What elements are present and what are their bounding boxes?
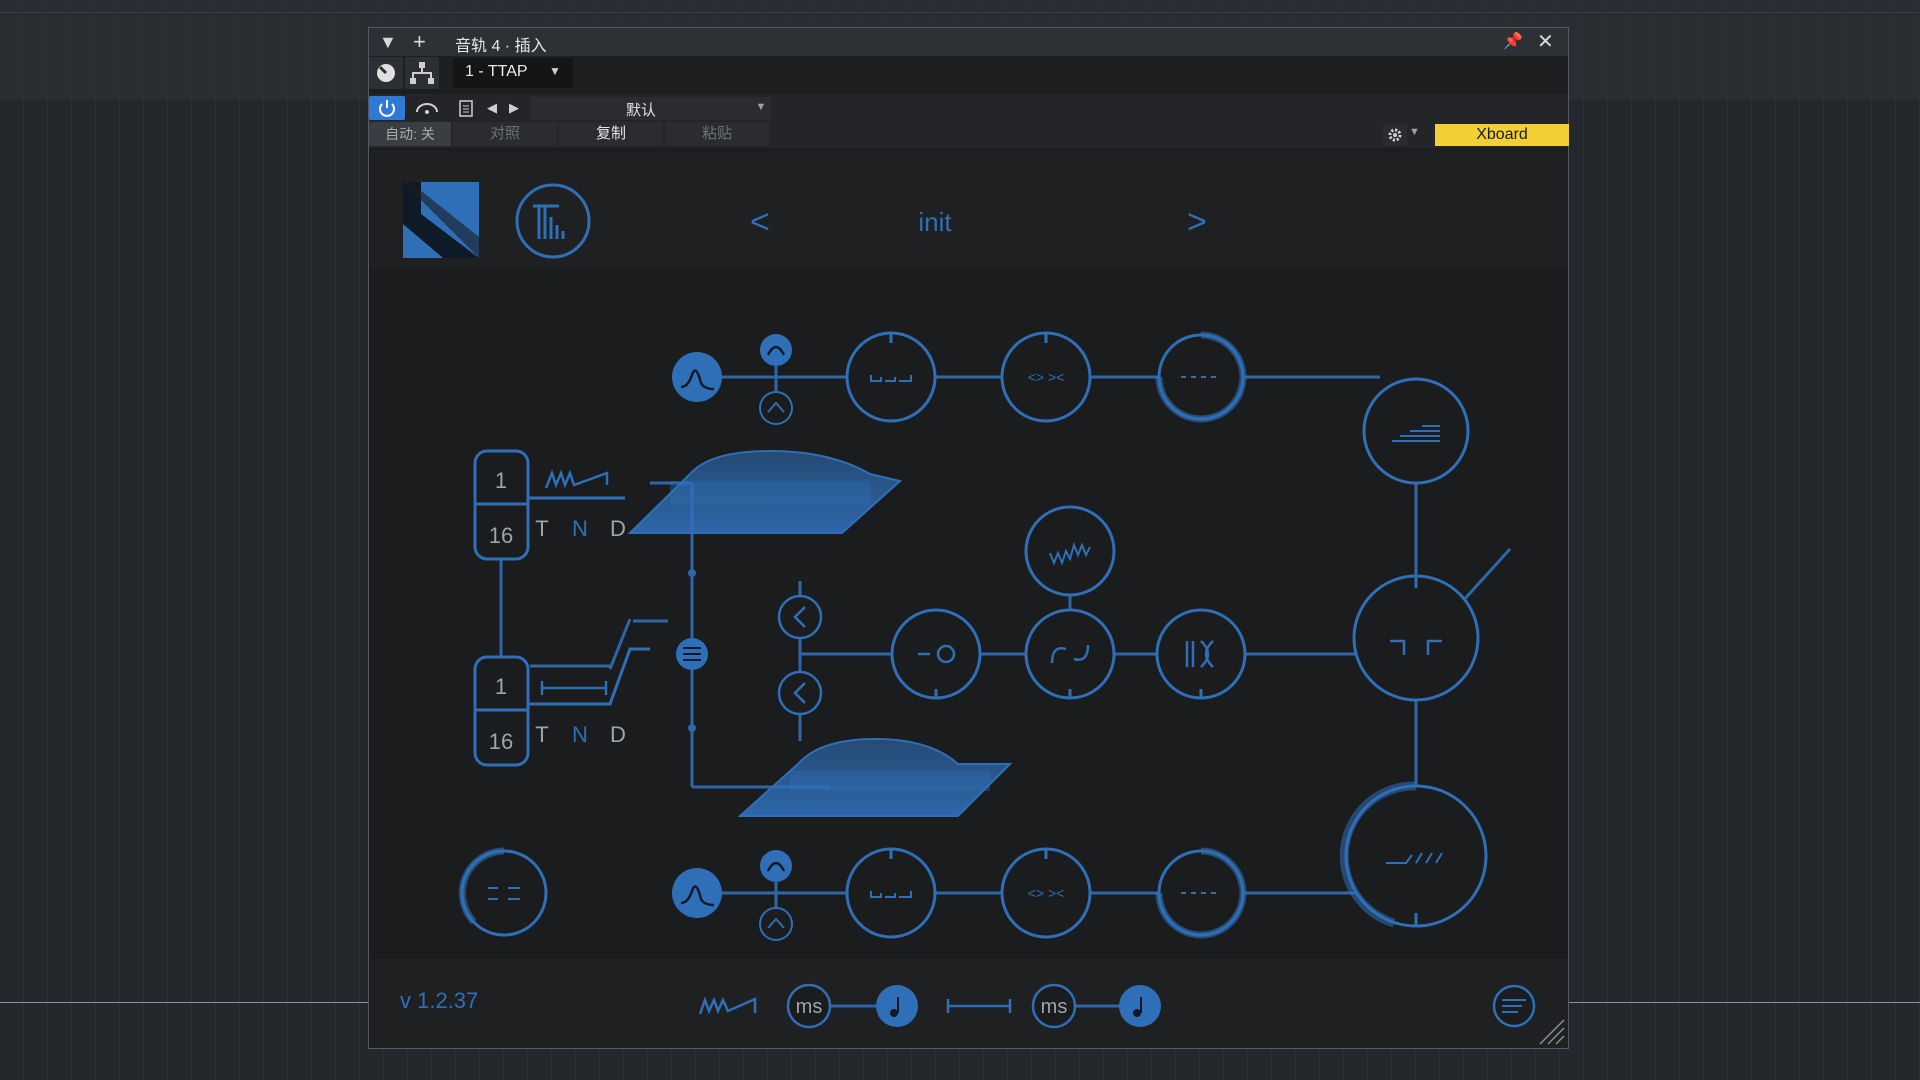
next-preset-button[interactable]: > [1187, 203, 1207, 241]
automation-toggle[interactable]: 自动: 关 [369, 122, 451, 146]
routing-button[interactable] [405, 57, 439, 89]
level-knob-bottom[interactable] [1155, 847, 1247, 939]
tap2-note-toggle[interactable] [1119, 985, 1161, 1027]
pan-left-button-top[interactable] [777, 594, 823, 640]
time-span-icon [540, 681, 608, 695]
compare-button[interactable]: 对照 [453, 122, 557, 146]
document-icon [459, 100, 473, 117]
settings-button[interactable] [1383, 124, 1407, 146]
diffusion-shape-bottom[interactable] [737, 737, 1013, 817]
plugin-knob-button[interactable] [369, 57, 403, 89]
diffusion-shape-top[interactable] [627, 449, 903, 534]
version-label: v 1.2.37 [400, 988, 478, 1013]
filter-knob-top[interactable] [845, 331, 937, 423]
plugin-ui: < init > <> >< <> >< 1 16 T N D 1 16 T N… [370, 151, 1568, 1048]
tap2-triplet[interactable]: T [535, 722, 548, 747]
collapse-arrow-icon[interactable]: ▼ [379, 30, 397, 54]
envelope-node-bottom[interactable] [672, 868, 722, 918]
title-bar: ▼ + 音轨 4 · 插入 📌 ✕ [369, 28, 1568, 57]
knob-icon [377, 64, 395, 82]
power-icon [379, 100, 395, 117]
bypass-button[interactable] [407, 96, 447, 120]
tap1-dotted[interactable]: D [610, 516, 626, 541]
power-button[interactable] [369, 96, 405, 120]
mix-knob[interactable] [1339, 781, 1488, 928]
preset-name-dropdown[interactable]: 默认 ▼ [531, 97, 771, 120]
ducking-knob[interactable] [1352, 574, 1480, 702]
tap2-ms-label: ms [1041, 996, 1068, 1018]
ttap-logo-icon [515, 183, 591, 259]
pan-left-button-bottom[interactable] [777, 670, 823, 716]
meter-knob[interactable] [1362, 377, 1470, 485]
time-span-icon [946, 999, 1012, 1013]
chevron-down-icon: ▼ [755, 101, 767, 113]
close-icon[interactable]: ✕ [1537, 30, 1554, 54]
tap2-normal[interactable]: N [572, 722, 588, 747]
svg-text:<> ><: <> >< [1028, 369, 1065, 385]
tap2-dotted[interactable]: D [610, 722, 626, 747]
filter-knob-bottom[interactable] [845, 847, 937, 939]
prev-preset-button[interactable]: < [750, 203, 770, 241]
junction-dot [688, 569, 696, 577]
menu-button[interactable] [1492, 984, 1536, 1028]
plugin-window: ▼ + 音轨 4 · 插入 📌 ✕ 1 - TTAP ▼ 自动: 关 ◀ ▶ 默… [368, 27, 1569, 1049]
preset-next-arrow-icon[interactable]: ▶ [509, 100, 519, 116]
attack-mini-knob-bottom[interactable] [760, 850, 792, 882]
width-knob[interactable] [1155, 608, 1247, 700]
modulation-knob[interactable] [1024, 505, 1116, 597]
pin-icon[interactable]: 📌 [1503, 30, 1523, 54]
preset-name-label: 默认 [625, 102, 656, 119]
bypass-icon [416, 103, 438, 114]
release-mini-knob-top[interactable] [759, 391, 793, 425]
preset-slot-selector[interactable]: 1 - TTAP ▼ [453, 58, 573, 88]
chevron-down-icon: ▼ [549, 64, 561, 78]
tap2-numerator[interactable]: 1 [495, 674, 507, 699]
attack-mini-knob-top[interactable] [760, 334, 792, 366]
tap1-triplet[interactable]: T [535, 516, 548, 541]
drive-knob[interactable] [1024, 608, 1116, 700]
preset-name: init [918, 207, 952, 237]
copy-button[interactable]: 复制 [559, 122, 663, 146]
window-title: 音轨 4 · 插入 [455, 38, 547, 55]
brand-logo-icon [403, 182, 479, 258]
sawtooth-wave-icon [544, 469, 609, 489]
plugin-canvas: < init > <> >< <> >< 1 16 T N D 1 16 T N… [400, 182, 1565, 1045]
routing-icon [410, 62, 434, 84]
envelope-node-top[interactable] [672, 352, 722, 402]
stereo-knob-bottom[interactable]: <> >< [1000, 847, 1092, 939]
junction-dot [688, 724, 696, 732]
release-mini-knob-bottom[interactable] [759, 907, 793, 941]
tap1-numerator[interactable]: 1 [495, 468, 507, 493]
ducking-amount-knob[interactable] [458, 847, 548, 937]
level-knob-top[interactable] [1155, 331, 1247, 423]
tap2-denominator[interactable]: 16 [489, 729, 513, 754]
tap1-denominator[interactable]: 16 [489, 523, 513, 548]
preset-prev-arrow-icon[interactable]: ◀ [487, 100, 497, 116]
svg-text:<> ><: <> >< [1028, 885, 1065, 901]
keyboard-button[interactable]: Xboard [1435, 124, 1569, 146]
preset-slot-label: 1 - TTAP [465, 63, 528, 80]
tap2-divider [528, 647, 650, 706]
document-button[interactable] [455, 97, 477, 120]
resize-grip-icon[interactable] [1539, 1019, 1565, 1045]
tap1-ms-label: ms [796, 996, 823, 1018]
gear-icon [1388, 128, 1402, 142]
mixer-node[interactable] [676, 638, 708, 670]
chevron-down-icon[interactable]: ▼ [1409, 126, 1420, 138]
sawtooth-wave-icon [698, 996, 757, 1015]
tap1-normal[interactable]: N [572, 516, 588, 541]
feedback-knob[interactable] [890, 608, 982, 700]
add-plus-icon[interactable]: + [413, 30, 426, 54]
paste-button[interactable]: 粘贴 [665, 122, 769, 146]
stereo-knob-top[interactable]: <> >< [1000, 331, 1092, 423]
tap1-note-toggle[interactable] [876, 985, 918, 1027]
